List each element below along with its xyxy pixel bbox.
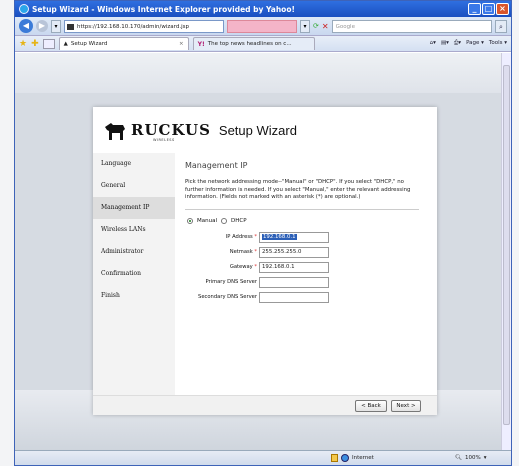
ip-address-value: 192.168.0.1 xyxy=(262,233,297,240)
tools-menu[interactable]: Tools ▾ xyxy=(489,40,507,47)
setup-wizard-panel: RUCKUS Setup Wizard WIRELESS Language Ge… xyxy=(93,107,437,415)
gateway-row: Gateway * 192.168.0.1 xyxy=(185,261,427,273)
address-dropdown[interactable]: ▾ xyxy=(300,19,310,33)
maximize-button[interactable]: □ xyxy=(482,3,495,15)
close-tab-icon[interactable]: × xyxy=(179,41,184,47)
stop-icon[interactable]: ✕ xyxy=(322,22,329,31)
tab-bar: ★ ✚ ▲ Setup Wizard × Y! The top news hea… xyxy=(15,36,511,52)
step-finish: Finish xyxy=(101,292,120,299)
refresh-icon[interactable]: ⟳ xyxy=(313,22,319,30)
divider xyxy=(185,208,419,210)
gateway-field[interactable]: 192.168.0.1 xyxy=(259,261,329,273)
step-administrator: Administrator xyxy=(101,248,144,255)
tab-news[interactable]: Y! The top news headlines on c... xyxy=(192,37,315,50)
tab-setup-wizard[interactable]: ▲ Setup Wizard × xyxy=(58,37,189,50)
window-controls: _ □ × xyxy=(468,3,509,15)
status-bar: Internet 🔍︎ 100% ▾ xyxy=(15,450,511,465)
quick-tabs-icon[interactable] xyxy=(42,38,55,49)
search-icon[interactable]: ⌕ xyxy=(495,19,507,33)
step-confirmation: Confirmation xyxy=(101,270,142,277)
back-button[interactable]: < Back xyxy=(355,400,387,412)
secondary-dns-field[interactable] xyxy=(259,291,329,303)
address-toolbar: ◀ ▶ ▾ https://192.168.10.170/admin/wizar… xyxy=(15,17,511,36)
ie-icon xyxy=(19,4,29,14)
dhcp-radio-label: DHCP xyxy=(231,217,247,224)
netmask-row: Netmask * 255.255.255.0 xyxy=(185,246,427,258)
dhcp-radio[interactable] xyxy=(221,217,227,224)
gateway-label-text: Gateway xyxy=(229,264,253,271)
recent-pages-dropdown[interactable]: ▾ xyxy=(51,19,61,33)
feeds-icon[interactable]: ▤▾ xyxy=(441,40,449,47)
step-management-ip: Management IP xyxy=(93,197,175,219)
required-marker: * xyxy=(254,234,257,241)
ruckus-favicon: ▲ xyxy=(63,41,68,47)
window-title: Setup Wizard - Windows Internet Explorer… xyxy=(32,4,295,14)
favorites-star-icon[interactable]: ★ xyxy=(19,39,27,49)
back-nav-button[interactable]: ◀ xyxy=(19,19,33,33)
minimize-button[interactable]: _ xyxy=(468,3,481,15)
primary-dns-label: Primary DNS Server xyxy=(205,279,257,286)
ip-address-label-text: IP Address xyxy=(225,234,253,241)
close-button[interactable]: × xyxy=(496,3,509,15)
section-title: Management IP xyxy=(185,161,248,170)
step-language: Language xyxy=(101,160,132,167)
print-icon[interactable]: ⎙▾ xyxy=(454,40,461,47)
netmask-label-text: Netmask xyxy=(229,249,253,256)
add-favorites-icon[interactable]: ✚ xyxy=(31,39,39,49)
search-input[interactable]: Google xyxy=(331,19,492,33)
ip-address-label: IP Address * xyxy=(185,234,259,240)
yahoo-favicon: Y! xyxy=(197,40,205,48)
secondary-dns-row: Secondary DNS Server xyxy=(185,291,427,303)
vertical-scrollbar[interactable] xyxy=(501,53,511,450)
wizard-main: Management IP Pick the network addressin… xyxy=(175,153,437,395)
title-bar: Setup Wizard - Windows Internet Explorer… xyxy=(15,1,511,17)
secondary-dns-label: Secondary DNS Server xyxy=(198,294,257,301)
brand-logo: RUCKUS xyxy=(131,121,211,139)
tab-label: Setup Wizard xyxy=(70,41,108,47)
protected-mode-icon xyxy=(331,454,338,462)
scrollbar-thumb[interactable] xyxy=(503,65,510,425)
command-bar: ⌂▾ ▤▾ ⎙▾ Page ▾ Tools ▾ xyxy=(430,40,507,47)
wizard-title: Setup Wizard xyxy=(218,122,297,138)
manual-radio[interactable] xyxy=(187,217,193,224)
zone-label: Internet xyxy=(352,455,374,461)
wizard-header: RUCKUS Setup Wizard WIRELESS xyxy=(93,107,437,153)
wizard-body: Language General Management IP Wireless … xyxy=(93,153,437,395)
required-marker: * xyxy=(254,264,257,271)
primary-dns-field[interactable] xyxy=(259,276,329,288)
zoom-level: 100% xyxy=(464,455,481,461)
home-icon[interactable]: ⌂▾ xyxy=(430,40,436,47)
step-wireless-lans: Wireless LANs xyxy=(101,226,146,233)
wizard-steps: Language General Management IP Wireless … xyxy=(93,153,175,395)
netmask-label: Netmask * xyxy=(185,249,259,255)
ip-address-row: IP Address * 192.168.0.1 xyxy=(185,231,427,243)
chevron-down-icon: ▾ xyxy=(483,455,487,461)
page-gradient-top xyxy=(15,53,511,93)
page-menu-label: Page xyxy=(466,40,480,46)
zoom-icon: 🔍︎ xyxy=(455,455,462,461)
certificate-error-indicator[interactable] xyxy=(227,19,297,33)
tools-menu-label: Tools xyxy=(488,40,503,46)
ruckus-dog-logo-icon xyxy=(105,123,125,140)
zoom-control[interactable]: 🔍︎ 100% ▾ xyxy=(455,455,486,461)
address-input[interactable]: https://192.168.10.170/admin/wizard.jsp xyxy=(64,19,224,33)
required-marker: * xyxy=(254,249,257,256)
security-zone[interactable]: Internet xyxy=(331,454,374,462)
addressing-mode: Manual DHCP xyxy=(187,217,427,224)
wizard-footer: < Back Next > xyxy=(93,395,437,415)
browser-window: Setup Wizard - Windows Internet Explorer… xyxy=(14,0,512,466)
forward-nav-button[interactable]: ▶ xyxy=(36,20,48,32)
gateway-label: Gateway * xyxy=(185,264,259,270)
netmask-field[interactable]: 255.255.255.0 xyxy=(259,246,329,258)
page-menu[interactable]: Page ▾ xyxy=(466,40,484,47)
tab-label: The top news headlines on c... xyxy=(207,41,292,47)
step-general: General xyxy=(101,182,126,189)
section-description: Pick the network addressing mode--"Manua… xyxy=(185,179,411,201)
next-button[interactable]: Next > xyxy=(391,400,421,412)
ip-address-field[interactable]: 192.168.0.1 xyxy=(259,231,329,243)
brand-subtitle: WIRELESS xyxy=(153,138,175,142)
globe-icon xyxy=(341,454,349,462)
manual-radio-label: Manual xyxy=(197,217,217,224)
primary-dns-row: Primary DNS Server xyxy=(185,276,427,288)
